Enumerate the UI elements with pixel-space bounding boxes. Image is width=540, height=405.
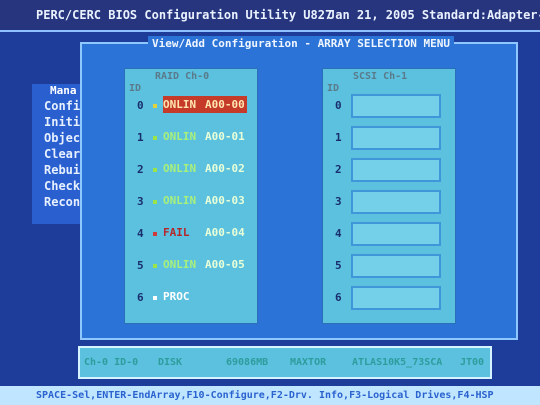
drive-name: A00-03 (205, 194, 245, 207)
drive-state: PROC (163, 290, 190, 303)
slot-id: 1 (335, 131, 342, 144)
menu-item-initialize[interactable]: Initi (44, 115, 80, 129)
status-dot-icon (153, 232, 157, 236)
drive-vendor: MAXTOR (290, 357, 327, 368)
drive-row[interactable]: 3 ONLIN A00-03 (125, 189, 257, 215)
empty-slot (351, 222, 441, 246)
slot-id: 0 (335, 99, 342, 112)
drive-name: A00-04 (205, 226, 245, 239)
empty-slot-row[interactable]: 3 (323, 189, 455, 215)
management-menu-title: Mana (50, 84, 77, 97)
drive-row[interactable]: 0 ONLIN A00-00 (125, 93, 257, 119)
key-help-text: SPACE-Sel,ENTER-EndArray,F10-Configure,F… (36, 390, 494, 401)
raid-channel-0-panel: RAID Ch-0 ID 0 ONLIN A00-00 1 ONLIN A00-… (124, 68, 258, 324)
slot-id: 2 (335, 163, 342, 176)
menu-item-clear[interactable]: Clear (44, 147, 80, 161)
empty-slot (351, 286, 441, 310)
drive-row[interactable]: 5 ONLIN A00-05 (125, 253, 257, 279)
drive-id: 6 (137, 291, 144, 304)
empty-slot-row[interactable]: 0 (323, 93, 455, 119)
drive-state: ONLIN (163, 98, 197, 111)
date-adapter-info: Jan 21, 2005 Standard:Adapter-08 (328, 8, 540, 22)
drive-state: ONLIN (163, 162, 197, 175)
drive-size: 69086MB (226, 357, 269, 368)
drive-id: 4 (137, 227, 144, 240)
status-dot-icon (153, 200, 157, 204)
menu-item-rebuild[interactable]: Rebui (44, 163, 80, 177)
drive-type: DISK (158, 357, 183, 368)
drive-model: ATLAS10K5_73SCA (352, 357, 443, 368)
drive-name: A00-02 (205, 162, 245, 175)
drive-name: A00-00 (205, 98, 245, 111)
empty-slot (351, 158, 441, 182)
drive-name: A00-05 (205, 258, 245, 271)
empty-slot (351, 190, 441, 214)
status-dot-icon (153, 296, 157, 300)
status-dot-icon (153, 136, 157, 140)
drive-revision: JT00 (460, 357, 485, 368)
drive-id: 0 (137, 99, 144, 112)
slot-id: 6 (335, 291, 342, 304)
empty-slot-row[interactable]: 6 (323, 285, 455, 311)
empty-slot-row[interactable]: 4 (323, 221, 455, 247)
drive-state: FAIL (163, 226, 190, 239)
drive-state: ONLIN (163, 258, 197, 271)
drive-row[interactable]: 4 FAIL A00-04 (125, 221, 257, 247)
empty-slot (351, 94, 441, 118)
empty-slot (351, 254, 441, 278)
utility-title: PERC/CERC BIOS Configuration Utility U82… (36, 8, 333, 22)
channel-1-title: SCSI Ch-1 (353, 71, 408, 82)
drive-state: ONLIN (163, 194, 197, 207)
key-help-bar: SPACE-Sel,ENTER-EndArray,F10-Configure,F… (0, 386, 540, 405)
status-dot-icon (153, 264, 157, 268)
menu-item-reconstruct[interactable]: Recon (44, 195, 80, 209)
drive-state: ONLIN (163, 130, 197, 143)
drive-id: 5 (137, 259, 144, 272)
empty-slot-row[interactable]: 2 (323, 157, 455, 183)
drive-name: A00-01 (205, 130, 245, 143)
empty-slot (351, 126, 441, 150)
drive-id: 1 (137, 131, 144, 144)
empty-slot-row[interactable]: 1 (323, 125, 455, 151)
drive-row[interactable]: 1 ONLIN A00-01 (125, 125, 257, 151)
dialog-title: View/Add Configuration - ARRAY SELECTION… (148, 36, 455, 51)
status-dot-icon (153, 168, 157, 172)
menu-item-check[interactable]: Check (44, 179, 80, 193)
drive-row[interactable]: 2 ONLIN A00-02 (125, 157, 257, 183)
empty-slot-row[interactable]: 5 (323, 253, 455, 279)
drive-id: 2 (137, 163, 144, 176)
menu-item-objects[interactable]: Objec (44, 131, 80, 145)
drive-row[interactable]: 6 PROC (125, 285, 257, 311)
status-dot-icon (153, 104, 157, 108)
drive-channel-id: Ch-0 ID-0 (84, 357, 139, 368)
slot-id: 3 (335, 195, 342, 208)
channel-0-title: RAID Ch-0 (155, 71, 210, 82)
slot-id: 4 (335, 227, 342, 240)
title-bar: PERC/CERC BIOS Configuration Utility U82… (0, 0, 540, 32)
drive-info-bar: Ch-0 ID-0 DISK 69086MB MAXTOR ATLAS10K5_… (78, 346, 492, 379)
scsi-channel-1-panel: SCSI Ch-1 ID 0 1 2 3 4 5 6 (322, 68, 456, 324)
slot-id: 5 (335, 259, 342, 272)
menu-item-configure[interactable]: Confi (44, 99, 80, 113)
bios-screen: PERC/CERC BIOS Configuration Utility U82… (0, 0, 540, 405)
drive-id: 3 (137, 195, 144, 208)
